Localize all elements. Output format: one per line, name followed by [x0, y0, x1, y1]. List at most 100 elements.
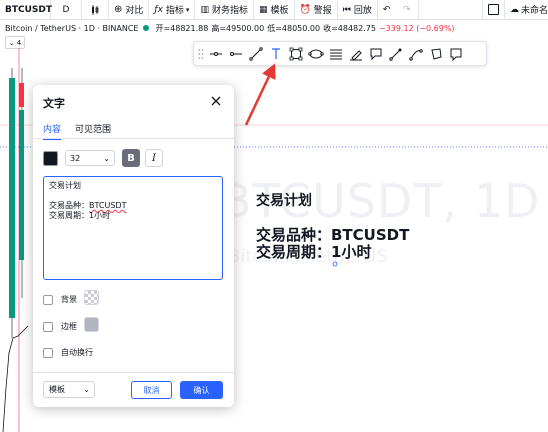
trend-line-icon[interactable]	[246, 44, 266, 64]
undo-icon: ↶	[382, 4, 391, 15]
indicators-button[interactable]: ƒx 指标 ▾	[149, 0, 196, 19]
chevron-down-icon: ⌄	[83, 385, 90, 394]
cancel-button[interactable]: 取消	[131, 381, 172, 399]
collapse-label: ⌄ 4	[8, 38, 22, 47]
symbol-info-bar: Bitcoin / TetherUS · 1D · BINANCE 开=4882…	[0, 21, 455, 35]
chevron-down-icon: ▾	[185, 5, 190, 14]
ma-line	[2, 325, 29, 432]
chart-text-line1[interactable]: 交易计划	[256, 190, 312, 210]
symbol-label: BTCUSDT	[5, 4, 53, 15]
ohlc-close: 收=48482.75	[323, 23, 376, 33]
footer-divider	[33, 372, 234, 373]
market-status-dot	[143, 25, 150, 31]
candles-icon	[92, 4, 99, 15]
compare-label: 对比	[125, 6, 144, 16]
text-settings-dialog: 文字 内容 可见范围 32 ⌄ B I 交易计划 交易品种：BTCUSDT 交易…	[33, 85, 234, 407]
ohlc-open: 开=48821.88	[155, 23, 209, 33]
grid-icon: ▦	[258, 4, 268, 15]
ohlc-high: 高=49500.00	[211, 23, 265, 33]
top-toolbar: BTCUSDT D ⊕ 对比 ƒx 指标 ▾ ▥ 财务指标 ▦ 模板 ⏰ 警报 …	[0, 0, 548, 20]
background-color-swatch[interactable]	[84, 290, 99, 305]
lines-icon[interactable]	[326, 44, 346, 64]
redo-icon: ↷	[402, 4, 411, 15]
symbol-search-button[interactable]: BTCUSDT	[0, 0, 53, 19]
text-line3: 交易周期：1小时	[49, 211, 111, 220]
interval-label: D	[62, 4, 70, 15]
text-line1: 交易计划	[49, 181, 81, 190]
chart-text-line3[interactable]: 交易周期：1小时	[256, 241, 371, 262]
dialog-title: 文字	[43, 97, 65, 110]
template-select[interactable]: 模板 ⌄	[43, 381, 95, 398]
background-option: 背景	[43, 294, 77, 305]
candle-style-button[interactable]	[82, 0, 109, 19]
polygon-icon[interactable]	[426, 44, 446, 64]
financials-icon: ▥	[200, 4, 209, 15]
template-label: 模板	[49, 385, 65, 394]
callout-icon[interactable]	[366, 44, 386, 64]
background-checkbox[interactable]	[43, 294, 53, 305]
financials-label: 财务指标	[211, 6, 248, 16]
border-option: 边框	[43, 321, 77, 332]
border-checkbox[interactable]	[43, 321, 53, 332]
italic-toggle[interactable]: I	[145, 149, 163, 167]
plus-circle-icon: ⊕	[114, 4, 123, 15]
text-anchor-point	[332, 261, 338, 267]
ok-button[interactable]: 确认	[180, 381, 223, 399]
interval-button[interactable]: D	[51, 0, 82, 19]
text-content-input[interactable]: 交易计划 交易品种：BTCUSDT 交易周期：1小时	[43, 176, 223, 280]
templates-label: 模板	[270, 6, 289, 16]
ellipse-icon[interactable]	[306, 44, 326, 64]
financials-button[interactable]: ▥ 财务指标	[195, 0, 254, 19]
border-label: 边框	[61, 322, 77, 331]
horizontal-ray-icon[interactable]	[206, 44, 226, 64]
border-color-swatch[interactable]	[84, 317, 99, 332]
candle-down	[19, 83, 24, 107]
cloud-save-button[interactable]: ☁ 未命名	[503, 0, 548, 19]
ohlc-change: −339.12 (−0.69%)	[378, 23, 455, 33]
italic-icon: I	[152, 152, 156, 164]
font-size-value: 32	[70, 153, 81, 163]
close-icon[interactable]	[209, 94, 223, 108]
drag-handle-icon[interactable]	[196, 44, 206, 64]
drawing-floating-toolbar	[193, 41, 487, 66]
templates-button[interactable]: ▦ 模板	[254, 0, 295, 19]
alert-button[interactable]: ⏰ 警报	[295, 0, 338, 19]
alert-label: 警报	[313, 6, 332, 16]
undo-button[interactable]: ↶	[378, 0, 398, 19]
font-size-select[interactable]: 32 ⌄	[65, 150, 115, 166]
rectangle-icon[interactable]	[286, 44, 306, 64]
layout-name-label: 未命名	[520, 6, 548, 16]
replay-button[interactable]: ⏮ 回放	[338, 0, 378, 19]
bold-toggle[interactable]: B	[122, 149, 140, 167]
layout-button[interactable]	[481, 0, 504, 19]
replay-label: 回放	[353, 6, 372, 16]
brush-icon[interactable]	[346, 44, 366, 64]
redo-button[interactable]: ↷	[398, 0, 419, 19]
ohlc-low: 低=48050.00	[267, 23, 321, 33]
note-icon[interactable]	[446, 44, 466, 64]
bold-icon: B	[127, 152, 135, 164]
alarm-clock-icon: ⏰	[299, 4, 311, 15]
tab-divider	[33, 138, 234, 139]
indicators-icon: ƒx	[154, 4, 163, 15]
indicators-label: 指标	[165, 6, 184, 16]
candle-up	[19, 110, 24, 260]
path-icon[interactable]	[406, 44, 426, 64]
text-color-swatch[interactable]	[43, 151, 58, 166]
pair-description: Bitcoin / TetherUS · 1D · BINANCE	[5, 23, 139, 33]
cloud-icon: ☁	[509, 4, 519, 15]
text-line2-value: BTCUSDT	[89, 201, 127, 210]
arrow-marker-icon[interactable]	[386, 44, 406, 64]
horizontal-line-icon[interactable]	[226, 44, 246, 64]
square-icon	[487, 4, 499, 15]
text-line2-prefix: 交易品种：	[49, 201, 89, 210]
chevron-down-icon: ⌄	[103, 154, 110, 163]
candle-up	[9, 78, 15, 318]
replay-icon: ⏮	[342, 4, 351, 15]
wrap-checkbox[interactable]	[43, 347, 53, 358]
wrap-option: 自动换行	[43, 347, 93, 358]
wrap-label: 自动换行	[61, 348, 93, 357]
background-label: 背景	[61, 295, 77, 304]
text-tool-icon[interactable]	[266, 44, 286, 64]
compare-button[interactable]: ⊕ 对比	[109, 0, 150, 19]
